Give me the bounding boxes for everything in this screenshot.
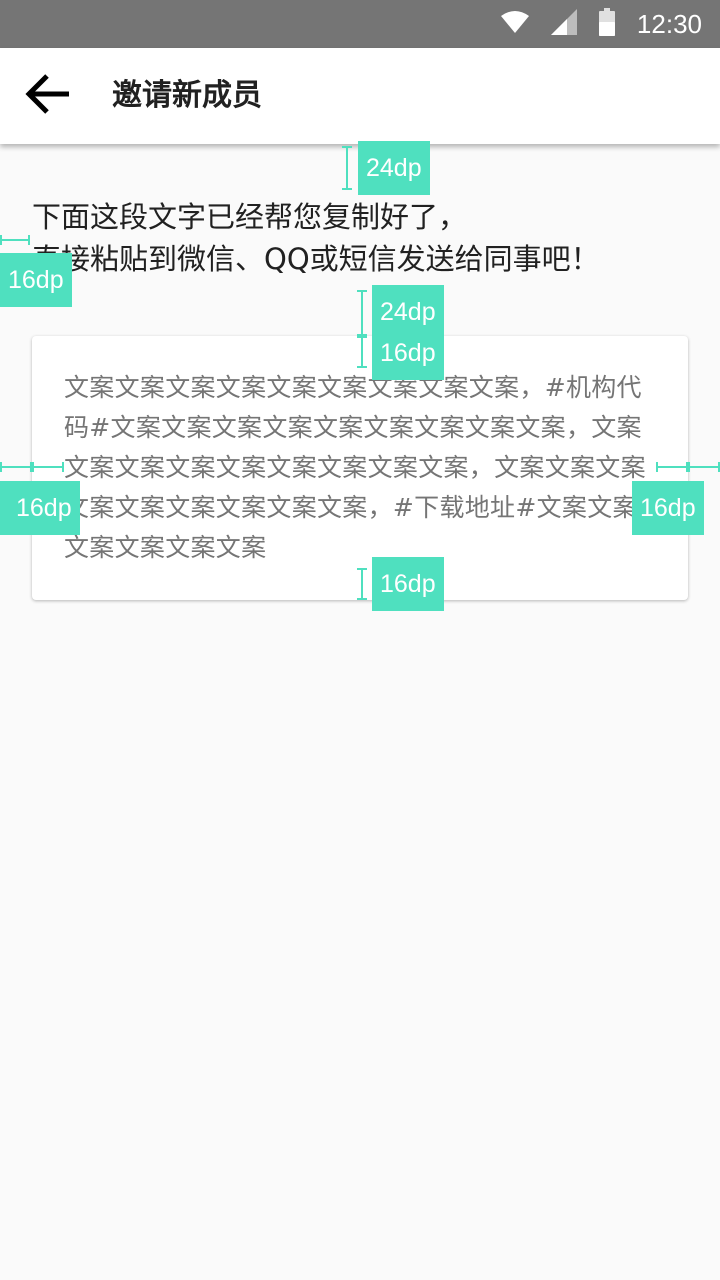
spec-label-card-right-padding: 16dp xyxy=(632,481,704,535)
status-bar: 12:30 xyxy=(0,0,720,48)
spec-measure-line-card-left xyxy=(0,462,32,476)
spec-label-card-left-padding: 16dp xyxy=(0,481,80,535)
arrow-left-icon xyxy=(25,73,71,119)
spec-label-card-bottom-padding: 16dp xyxy=(372,557,444,611)
cellular-signal-icon xyxy=(550,9,577,39)
spec-measure-line-top xyxy=(342,146,356,190)
battery-icon xyxy=(598,8,615,40)
spec-label-card-top-padding: 16dp xyxy=(372,326,444,380)
page-title: 邀请新成员 xyxy=(112,78,262,113)
intro-line-2: 直接粘贴到微信、QQ或短信发送给同事吧！ xyxy=(32,242,600,276)
spec-measure-line-card-top xyxy=(357,336,371,368)
spec-measure-line-card-gap xyxy=(357,290,371,336)
intro-line-1: 下面这段文字已经帮您复制好了， xyxy=(32,200,468,234)
spec-measure-line-card-right-inner xyxy=(656,462,688,476)
back-button[interactable] xyxy=(16,66,80,126)
spec-measure-line-left xyxy=(0,235,30,249)
app-bar: 邀请新成员 xyxy=(0,48,720,144)
spec-label-left-margin: 16dp xyxy=(0,253,72,307)
status-time: 12:30 xyxy=(636,8,702,39)
spec-measure-line-card-right xyxy=(688,462,720,476)
invite-message-card[interactable]: 文案文案文案文案文案文案文案文案文案，#机构代码#文案文案文案文案文案文案文案文… xyxy=(32,336,688,600)
invite-message-text: 文案文案文案文案文案文案文案文案文案，#机构代码#文案文案文案文案文案文案文案文… xyxy=(64,373,646,562)
spec-measure-line-card-bottom xyxy=(357,568,371,600)
wifi-icon xyxy=(500,10,529,38)
intro-text: 下面这段文字已经帮您复制好了， 直接粘贴到微信、QQ或短信发送给同事吧！ xyxy=(32,196,692,280)
spec-measure-line-card-left-inner xyxy=(32,462,64,476)
spec-label-top-gap: 24dp xyxy=(358,141,430,195)
